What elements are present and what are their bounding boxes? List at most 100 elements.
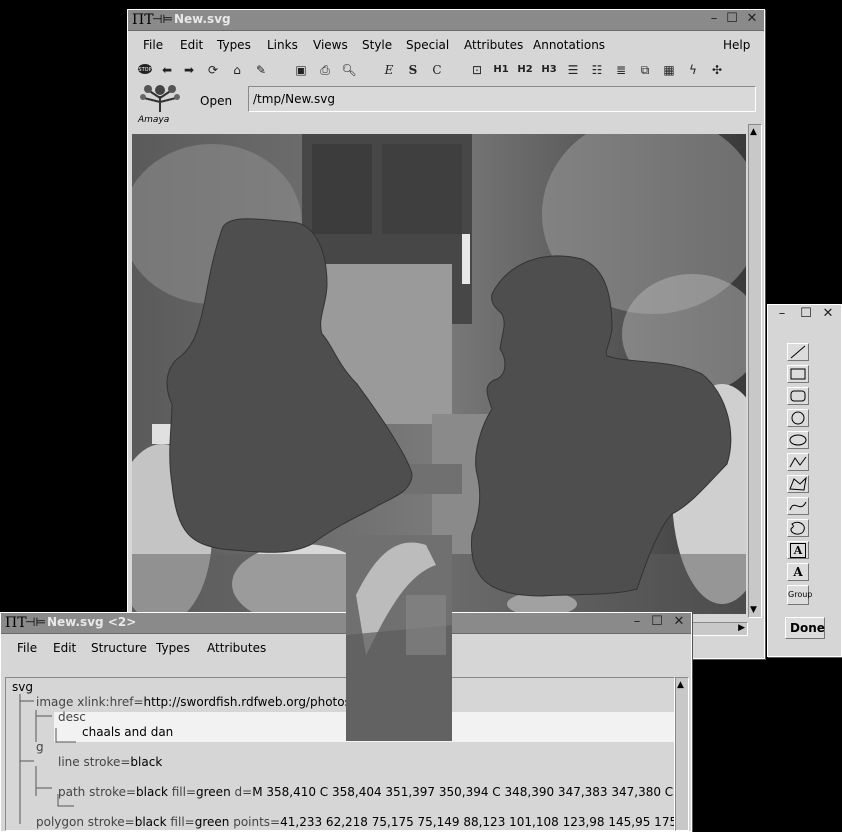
ellipse-tool-icon[interactable] bbox=[787, 431, 809, 449]
math-icon[interactable]: ✣ bbox=[708, 61, 726, 79]
palette-maximize-icon[interactable]: ☐ bbox=[798, 306, 814, 321]
object-icon[interactable]: ⧉ bbox=[636, 61, 654, 79]
tree-node-path[interactable]: path stroke=black fill=green d=M 358,410… bbox=[58, 785, 675, 799]
menu-links[interactable]: Links bbox=[267, 38, 298, 52]
minimize-icon[interactable]: – bbox=[706, 11, 722, 26]
tree-node-image[interactable]: image xlink:href=http://swordfish.rdfweb… bbox=[36, 695, 397, 709]
rounded-rect-tool-icon[interactable] bbox=[787, 387, 809, 405]
done-button[interactable]: Done bbox=[785, 617, 825, 639]
structure-window-title: New.svg <2> bbox=[47, 615, 137, 629]
amaya-logo-text: Amaya bbox=[138, 115, 170, 125]
code-icon[interactable]: C bbox=[428, 61, 446, 79]
path-tag: path bbox=[58, 785, 86, 799]
tree-node-g[interactable]: g bbox=[36, 740, 44, 754]
find-icon[interactable]: 🔍︎ bbox=[340, 61, 358, 79]
right-person-shape[interactable] bbox=[470, 255, 732, 597]
menu-file[interactable]: File bbox=[143, 38, 163, 52]
structure-view[interactable]: svg image xlink:href=http://swordfish.rd… bbox=[5, 677, 675, 831]
scroll-right-icon[interactable]: ▶ bbox=[738, 623, 745, 633]
menu-annotations[interactable]: Annotations bbox=[533, 38, 605, 52]
structure-menu-edit[interactable]: Edit bbox=[53, 641, 76, 655]
main-toolbar: STOP ⬅ ➡ ⟳ ⌂ ✎ ▣ ⎙ 🔍︎ E S C ⊡ H1 H2 H3 ☰… bbox=[134, 61, 754, 81]
main-vertical-scrollbar[interactable]: ▲ ▼ bbox=[748, 124, 762, 618]
text-tool-icon[interactable]: A bbox=[787, 563, 809, 581]
forward-arrow-icon[interactable]: ➡ bbox=[180, 61, 198, 79]
menu-help[interactable]: Help bbox=[723, 38, 750, 52]
path-attr1: stroke= bbox=[89, 785, 137, 799]
tree-node-polygon[interactable]: polygon stroke=black fill=green points=4… bbox=[36, 815, 675, 829]
h3-icon[interactable]: H3 bbox=[540, 61, 558, 79]
window-menu-icon[interactable]: ΠΤ bbox=[132, 12, 154, 28]
amaya-tree-icon bbox=[140, 85, 180, 112]
structure-minimize-icon[interactable]: – bbox=[629, 614, 645, 629]
dragged-image-fragment[interactable] bbox=[346, 535, 452, 741]
polyline-tool-icon[interactable] bbox=[787, 453, 809, 471]
group-tool-icon[interactable]: Group bbox=[787, 585, 812, 605]
palette-close-icon[interactable]: ✕ bbox=[820, 306, 836, 321]
structure-scroll-up-icon[interactable]: ▲ bbox=[677, 680, 684, 690]
h2-icon[interactable]: H2 bbox=[516, 61, 534, 79]
emphasis-icon[interactable]: E bbox=[380, 61, 398, 79]
close-icon[interactable]: ✕ bbox=[744, 11, 760, 26]
polygon-tag: polygon bbox=[36, 815, 84, 829]
line-tool-icon[interactable] bbox=[787, 343, 809, 361]
structure-window-menu-icon[interactable]: ΠΤ bbox=[5, 615, 27, 631]
menu-attributes[interactable]: Attributes bbox=[464, 38, 523, 52]
menu-types[interactable]: Types bbox=[217, 38, 251, 52]
structure-pin-icon[interactable]: ⊣⊨ bbox=[25, 615, 46, 629]
print-icon[interactable]: ⎙ bbox=[316, 61, 334, 79]
bullet-list-icon[interactable]: ☰ bbox=[564, 61, 582, 79]
menu-edit[interactable]: Edit bbox=[180, 38, 203, 52]
stop-icon[interactable]: STOP bbox=[136, 61, 154, 79]
structure-menu-file[interactable]: File bbox=[17, 641, 37, 655]
pencil-icon[interactable]: ✎ bbox=[252, 61, 270, 79]
rectangle-tool-icon[interactable] bbox=[787, 365, 809, 383]
tree-node-desc[interactable]: desc bbox=[58, 710, 86, 724]
main-title-bar[interactable]: ΠΤ ⊣⊨ New.svg – ☐ ✕ bbox=[128, 10, 764, 31]
scroll-up-icon[interactable]: ▲ bbox=[750, 127, 757, 137]
closed-spline-tool-icon[interactable] bbox=[787, 519, 809, 537]
polygon-tool-icon[interactable] bbox=[787, 475, 809, 493]
reload-icon[interactable]: ⟳ bbox=[204, 61, 222, 79]
menu-special[interactable]: Special bbox=[406, 38, 449, 52]
polygon-val3: 41,233 62,218 75,175 75,149 88,123 101,1… bbox=[280, 815, 675, 829]
foreign-text-tool-icon[interactable]: A bbox=[787, 541, 809, 559]
strong-icon[interactable]: S bbox=[404, 61, 422, 79]
image-icon[interactable]: ⊡ bbox=[468, 61, 486, 79]
palette-minimize-icon[interactable]: – bbox=[774, 306, 790, 321]
g-tag: g bbox=[36, 740, 44, 754]
structure-menu-structure[interactable]: Structure bbox=[91, 641, 147, 655]
left-person-shape[interactable] bbox=[166, 218, 413, 553]
tree-node-desc-text[interactable]: chaals and dan bbox=[82, 725, 173, 739]
structure-menu-types[interactable]: Types bbox=[156, 641, 190, 655]
circle-tool-icon[interactable] bbox=[787, 409, 809, 427]
fragment-texture bbox=[346, 535, 452, 741]
svg-text:STOP: STOP bbox=[138, 67, 151, 73]
tree-node-svg[interactable]: svg bbox=[12, 680, 33, 694]
graphics-palette: – ☐ ✕ A A Group Done bbox=[767, 304, 842, 657]
polygon-val2: green bbox=[194, 815, 230, 829]
numbered-list-icon[interactable]: ☷ bbox=[588, 61, 606, 79]
definition-list-icon[interactable]: ≣ bbox=[612, 61, 630, 79]
structure-maximize-icon[interactable]: ☐ bbox=[649, 614, 665, 629]
palette-title-bar[interactable]: – ☐ ✕ bbox=[768, 305, 841, 325]
save-icon[interactable]: ▣ bbox=[292, 61, 310, 79]
menu-style[interactable]: Style bbox=[362, 38, 392, 52]
url-text: /tmp/New.svg bbox=[253, 92, 335, 106]
maximize-icon[interactable]: ☐ bbox=[724, 11, 740, 26]
spline-tool-icon[interactable] bbox=[787, 497, 809, 515]
structure-vertical-scrollbar[interactable]: ▲ bbox=[675, 677, 689, 831]
scroll-down-icon[interactable]: ▼ bbox=[750, 605, 757, 615]
structure-close-icon[interactable]: ✕ bbox=[671, 614, 687, 629]
home-icon[interactable]: ⌂ bbox=[228, 61, 246, 79]
path-val3: M 358,410 C 358,404 351,397 350,394 C 34… bbox=[252, 785, 675, 799]
h1-icon[interactable]: H1 bbox=[492, 61, 510, 79]
menu-views[interactable]: Views bbox=[313, 38, 348, 52]
back-arrow-icon[interactable]: ⬅ bbox=[158, 61, 176, 79]
tree-node-line[interactable]: line stroke=black bbox=[58, 755, 162, 769]
url-field[interactable]: /tmp/New.svg bbox=[248, 86, 756, 112]
structure-menu-attributes[interactable]: Attributes bbox=[207, 641, 266, 655]
link-icon[interactable]: ϟ bbox=[684, 61, 702, 79]
pin-icon[interactable]: ⊣⊨ bbox=[152, 12, 173, 26]
table-icon[interactable]: ▦ bbox=[660, 61, 678, 79]
